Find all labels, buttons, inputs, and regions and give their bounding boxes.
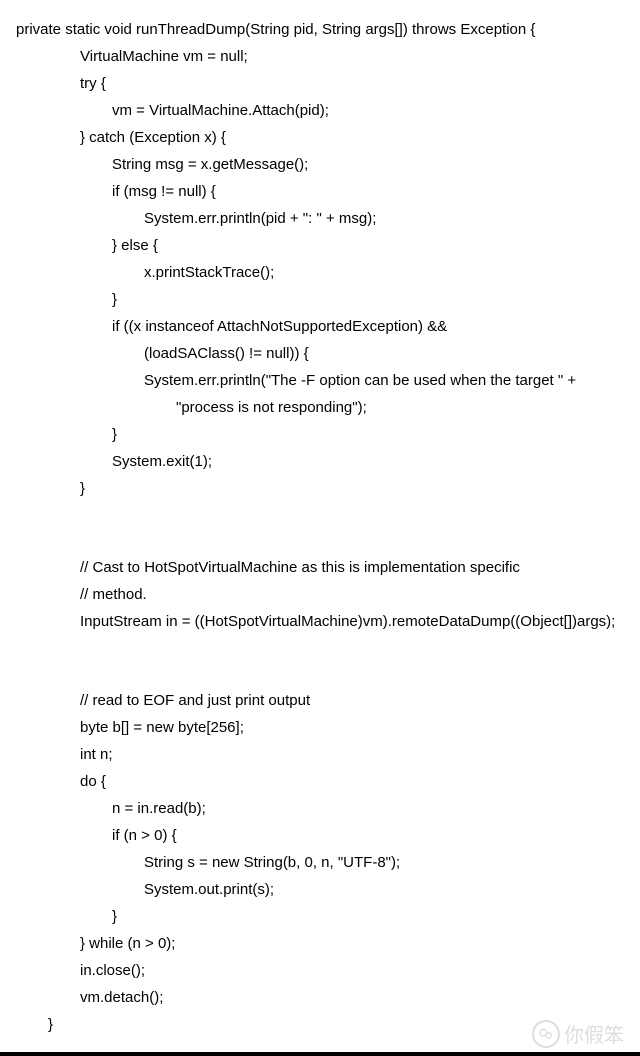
- code-line: [16, 528, 632, 554]
- code-line: byte b[] = new byte[256];: [16, 714, 632, 741]
- code-line: // Cast to HotSpotVirtualMachine as this…: [16, 554, 632, 581]
- code-line: n = in.read(b);: [16, 795, 632, 822]
- code-line: System.err.println(pid + ": " + msg);: [16, 205, 632, 232]
- code-line: if (n > 0) {: [16, 822, 632, 849]
- code-line: }: [16, 903, 632, 930]
- watermark: 你假笨: [532, 1019, 624, 1048]
- code-line: VirtualMachine vm = null;: [16, 43, 632, 70]
- bottom-bar: [0, 1052, 640, 1056]
- code-line: [16, 635, 632, 661]
- code-line: } while (n > 0);: [16, 930, 632, 957]
- code-line: }: [16, 475, 632, 502]
- code-line: } else {: [16, 232, 632, 259]
- code-line: // method.: [16, 581, 632, 608]
- code-line: [16, 661, 632, 687]
- code-line: }: [16, 421, 632, 448]
- code-line: "process is not responding");: [16, 394, 632, 421]
- code-line: private static void runThreadDump(String…: [16, 16, 632, 43]
- code-line: System.exit(1);: [16, 448, 632, 475]
- code-line: (loadSAClass() != null)) {: [16, 340, 632, 367]
- code-line: if ((x instanceof AttachNotSupportedExce…: [16, 313, 632, 340]
- code-line: String s = new String(b, 0, n, "UTF-8");: [16, 849, 632, 876]
- code-line: in.close();: [16, 957, 632, 984]
- watermark-text: 你假笨: [564, 1019, 624, 1048]
- code-line: } catch (Exception x) {: [16, 124, 632, 151]
- wechat-icon: [532, 1020, 560, 1048]
- code-line: }: [16, 286, 632, 313]
- code-line: try {: [16, 70, 632, 97]
- code-line: do {: [16, 768, 632, 795]
- code-line: if (msg != null) {: [16, 178, 632, 205]
- code-line: String msg = x.getMessage();: [16, 151, 632, 178]
- code-line: vm = VirtualMachine.Attach(pid);: [16, 97, 632, 124]
- code-line: vm.detach();: [16, 984, 632, 1011]
- code-line: int n;: [16, 741, 632, 768]
- code-line: [16, 502, 632, 528]
- code-line: System.err.println("The -F option can be…: [16, 367, 632, 394]
- code-line: System.out.print(s);: [16, 876, 632, 903]
- code-line: // read to EOF and just print output: [16, 687, 632, 714]
- code-line: InputStream in = ((HotSpotVirtualMachine…: [16, 608, 632, 635]
- code-line: x.printStackTrace();: [16, 259, 632, 286]
- code-block: private static void runThreadDump(String…: [0, 0, 640, 1054]
